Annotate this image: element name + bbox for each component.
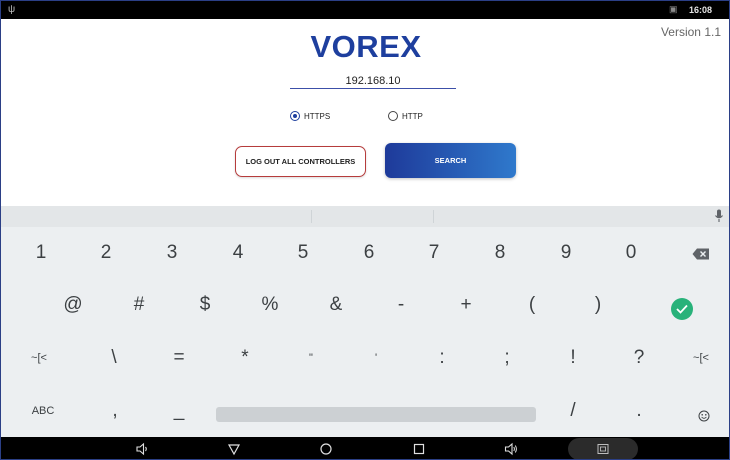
- status-time: 16:08: [689, 5, 713, 15]
- key-colon[interactable]: :: [432, 348, 452, 368]
- key-percent[interactable]: %: [260, 295, 280, 315]
- spacebar[interactable]: [216, 407, 536, 422]
- tablet-screen: ψ ▣ 16:08 Version 1.1 VOREX HTTPS HTTP L…: [0, 0, 730, 460]
- suggestion-divider: [311, 210, 312, 223]
- key-5[interactable]: 5: [293, 243, 313, 263]
- volume-up-icon[interactable]: [504, 442, 518, 456]
- ip-address-field[interactable]: [290, 71, 456, 90]
- search-button[interactable]: SEARCH: [385, 143, 516, 178]
- no-sim-icon: ▣: [669, 4, 678, 14]
- status-bar: ψ ▣ 16:08: [1, 1, 729, 19]
- key-semicolon[interactable]: ;: [497, 348, 517, 368]
- emoji-icon[interactable]: [698, 410, 710, 422]
- enter-key[interactable]: [671, 298, 693, 320]
- key-7[interactable]: 7: [424, 243, 444, 263]
- key-at[interactable]: @: [63, 295, 83, 315]
- radio-unchecked-icon[interactable]: [388, 111, 398, 121]
- key-6[interactable]: 6: [359, 243, 379, 263]
- radio-https-label: HTTPS: [304, 111, 331, 121]
- key-1[interactable]: 1: [31, 243, 51, 263]
- key-underscore[interactable]: _: [169, 401, 189, 421]
- key-ampersand[interactable]: &: [326, 295, 346, 315]
- logout-all-controllers-button[interactable]: LOG OUT ALL CONTROLLERS: [235, 146, 366, 177]
- key-more-symbols-left[interactable]: ~[<: [25, 348, 53, 368]
- key-dollar[interactable]: $: [195, 295, 215, 315]
- key-equals[interactable]: =: [169, 348, 189, 368]
- key-slash[interactable]: /: [563, 401, 583, 421]
- key-hash[interactable]: #: [129, 295, 149, 315]
- key-exclamation[interactable]: !: [563, 348, 583, 368]
- suggestion-divider: [433, 210, 434, 223]
- volume-down-icon[interactable]: [135, 442, 149, 456]
- key-minus[interactable]: -: [391, 295, 411, 315]
- key-9[interactable]: 9: [556, 243, 576, 263]
- radio-https[interactable]: HTTPS: [290, 111, 330, 121]
- enter-check-icon: [676, 304, 688, 314]
- suggestion-strip[interactable]: [1, 206, 729, 227]
- key-close-paren[interactable]: ): [588, 295, 608, 315]
- key-question[interactable]: ?: [629, 348, 649, 368]
- radio-http-label: HTTP: [402, 111, 423, 121]
- key-double-quote[interactable]: ": [301, 348, 321, 368]
- recents-icon[interactable]: [412, 442, 426, 456]
- key-open-paren[interactable]: (: [522, 295, 542, 315]
- navigation-bar: [1, 437, 729, 459]
- key-single-quote[interactable]: ': [366, 348, 386, 368]
- screenshot-icon[interactable]: [596, 442, 610, 456]
- home-icon[interactable]: [319, 442, 333, 456]
- radio-checked-icon[interactable]: [290, 111, 300, 121]
- key-3[interactable]: 3: [162, 243, 182, 263]
- key-period[interactable]: .: [629, 401, 649, 421]
- app-screen: Version 1.1 VOREX HTTPS HTTP LOG OUT ALL…: [1, 19, 729, 206]
- usb-icon: ψ: [8, 4, 16, 15]
- key-asterisk[interactable]: *: [235, 348, 255, 368]
- app-logo: VOREX: [310, 29, 422, 64]
- ip-address-input[interactable]: [290, 72, 456, 90]
- key-more-symbols-right[interactable]: ~[<: [687, 348, 715, 368]
- key-comma[interactable]: ,: [105, 401, 125, 421]
- soft-keyboard: 1 2 3 4 5 6 7 8 9 0 @ # $ % & - + ( ) ~[…: [1, 206, 729, 437]
- key-plus[interactable]: +: [456, 295, 476, 315]
- backspace-icon[interactable]: [692, 248, 710, 260]
- key-4[interactable]: 4: [228, 243, 248, 263]
- key-0[interactable]: 0: [621, 243, 641, 263]
- key-backslash[interactable]: \: [104, 348, 124, 368]
- radio-http[interactable]: HTTP: [388, 111, 423, 121]
- key-abc[interactable]: ABC: [25, 401, 61, 421]
- back-icon[interactable]: [227, 442, 241, 456]
- key-2[interactable]: 2: [96, 243, 116, 263]
- mic-icon[interactable]: [714, 209, 724, 223]
- key-8[interactable]: 8: [490, 243, 510, 263]
